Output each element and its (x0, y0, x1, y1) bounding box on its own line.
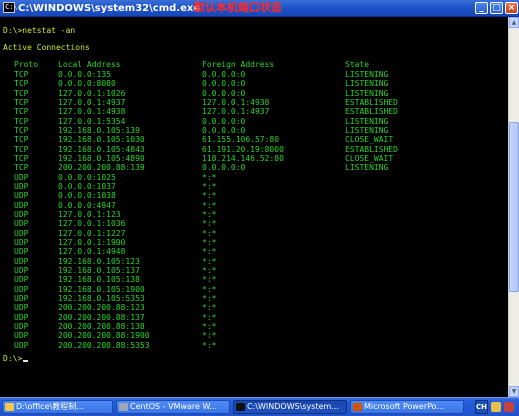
tray-icon[interactable] (504, 402, 514, 412)
taskbar-button[interactable]: C:\WINDOWS\system... (233, 400, 347, 414)
cell-proto: UDP (14, 340, 29, 350)
scroll-down-arrow-icon[interactable]: ▼ (509, 386, 519, 397)
scroll-up-arrow-icon[interactable]: ▲ (509, 17, 519, 28)
taskbar-button-label: D:\office\教程制... (16, 402, 84, 411)
header-state: State (345, 60, 370, 69)
language-indicator[interactable]: CH (475, 400, 488, 414)
cmd-window-icon[interactable]: C:\ (3, 2, 18, 13)
taskbar-button[interactable]: CentOS - VMware W... (116, 400, 230, 414)
folder-icon (5, 403, 14, 411)
scroll-thumb[interactable] (509, 122, 519, 292)
maximize-button[interactable]: □ (490, 2, 503, 14)
command-line: D:\>netstat -an (3, 26, 76, 35)
table-header: Proto Local Address Foreign Address Stat… (14, 60, 369, 70)
prompt-text: D:\> (3, 354, 23, 363)
window-title-bar[interactable]: C:\ C:\WINDOWS\system32\cmd.exe 默认本机端口状态… (0, 0, 519, 17)
console-output[interactable]: D:\>netstat -an Active Connections Proto… (0, 17, 508, 397)
cell-foreign-address: *:* (202, 340, 217, 350)
header-foreign-address: Foreign Address (202, 60, 275, 69)
taskbar-button[interactable]: Microsoft PowerPo... (350, 400, 464, 414)
vmware-icon (119, 403, 128, 411)
text-cursor (23, 360, 29, 362)
header-local-address: Local Address (58, 60, 121, 69)
taskbar-button[interactable]: D:\office\教程制... (2, 400, 113, 414)
taskbar-button-label: Microsoft PowerPo... (364, 402, 445, 411)
vertical-scrollbar[interactable]: ▲ ▼ (508, 17, 519, 397)
section-title: Active Connections (3, 43, 90, 52)
minimize-button[interactable]: _ (475, 2, 488, 14)
close-button[interactable]: × (505, 2, 518, 14)
taskbar-button-label: C:\WINDOWS\system... (247, 402, 339, 411)
cell-local-address: 200.200.200.88:5353 (58, 340, 150, 350)
taskbar-button-label: CentOS - VMware W... (130, 402, 218, 411)
ime-tray-icon[interactable] (491, 402, 501, 412)
cmd-icon-glyph: C:\ (5, 3, 18, 11)
cell-state: LISTENING (345, 163, 389, 173)
header-proto: Proto (14, 60, 39, 69)
taskbar: D:\office\教程制... CentOS - VMware W... C:\W… (0, 397, 519, 416)
powerpoint-icon (353, 403, 362, 411)
prompt-line[interactable]: D:\> (3, 354, 29, 364)
window-title: C:\WINDOWS\system32\cmd.exe (18, 3, 201, 14)
desktop-screen: C:\ C:\WINDOWS\system32\cmd.exe 默认本机端口状态… (0, 0, 519, 416)
cmd-icon (236, 403, 245, 411)
title-annotation: 默认本机端口状态 (194, 1, 282, 14)
